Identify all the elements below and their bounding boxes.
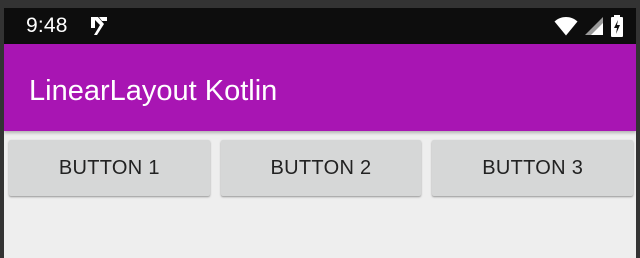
status-icons: [554, 15, 624, 37]
button-2[interactable]: BUTTON 2: [220, 140, 422, 196]
app-bar: LinearLayout Kotlin: [4, 44, 636, 131]
button-1[interactable]: BUTTON 1: [9, 140, 210, 196]
app-title: LinearLayout Kotlin: [29, 75, 278, 107]
app-notification-icon: [88, 15, 110, 37]
content-area: BUTTON 1 BUTTON 2 BUTTON 3: [4, 131, 636, 258]
cellular-signal-icon: [584, 16, 604, 36]
phone-screen: 9:48 LinearLayout Kotlin BUTTON 1 BUTTON…: [4, 8, 636, 258]
battery-charging-icon: [610, 15, 624, 37]
linear-layout-row: BUTTON 1 BUTTON 2 BUTTON 3: [9, 140, 634, 196]
status-time: 9:48: [26, 14, 68, 37]
status-bar: 9:48: [4, 8, 636, 44]
button-3[interactable]: BUTTON 3: [432, 140, 634, 196]
wifi-icon: [554, 16, 578, 36]
